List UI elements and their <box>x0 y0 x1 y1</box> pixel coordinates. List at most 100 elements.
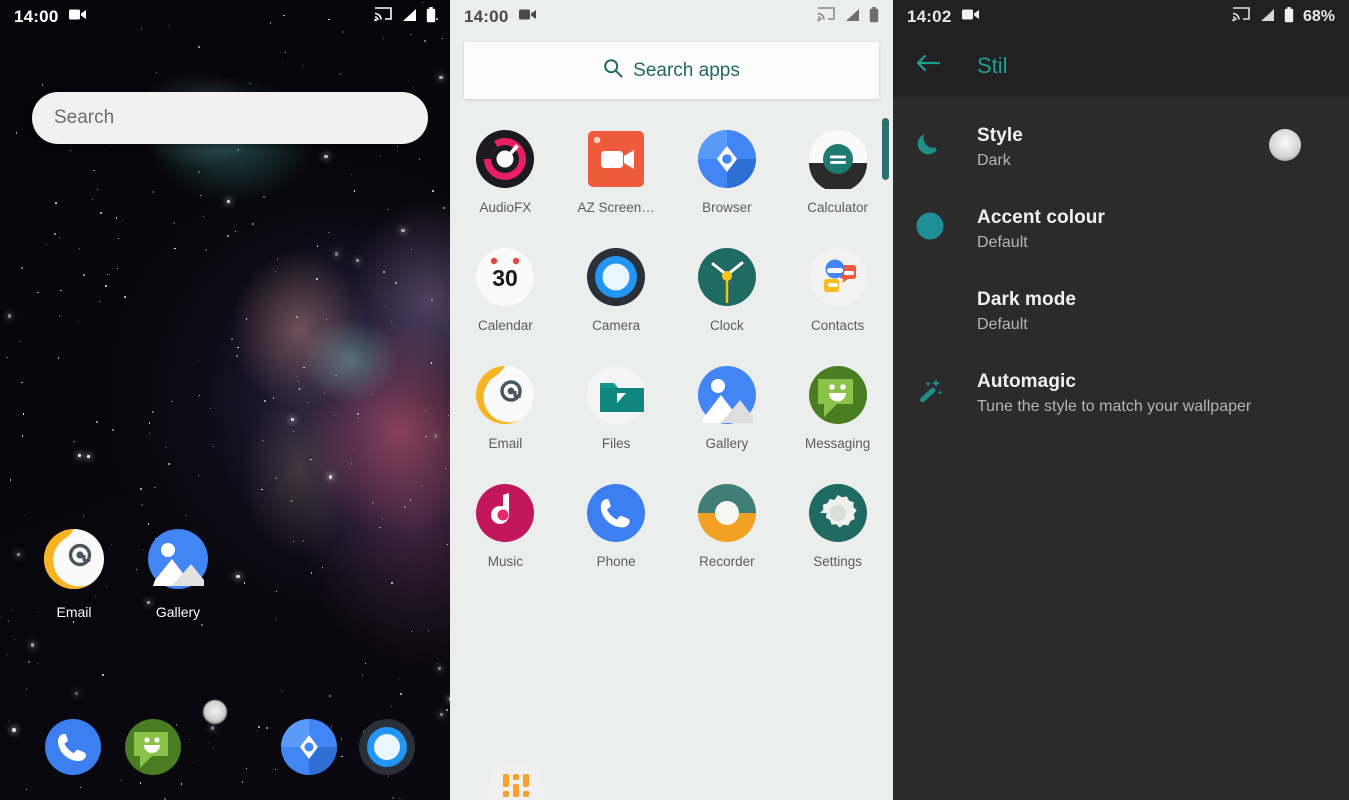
snap-icon <box>487 763 545 800</box>
videocam-icon <box>69 8 87 26</box>
app-item-calculator[interactable]: Calculator <box>782 129 893 215</box>
settings-row-subtitle: Dark <box>977 152 1011 169</box>
settings-row-subtitle: Tune the style to match your wallpaper <box>977 398 1252 415</box>
home-dock <box>0 710 450 786</box>
settings-row-title: Automagic <box>977 371 1077 392</box>
app-label: Clock <box>709 318 744 333</box>
home-search-widget[interactable]: Search <box>32 92 428 144</box>
home-status-bar: 14:00 <box>0 0 450 34</box>
app-label: Calculator <box>807 200 869 215</box>
browser-icon <box>697 129 757 189</box>
app-item-files[interactable]: Files <box>561 365 672 451</box>
app-item-recorder[interactable]: Recorder <box>672 483 783 569</box>
signal-icon <box>401 8 417 27</box>
app-label: Contacts <box>810 318 865 333</box>
search-apps-bar[interactable]: Search apps <box>464 42 879 99</box>
app-item-phone[interactable]: Phone <box>561 483 672 569</box>
settings-row-title: Style <box>977 125 1023 146</box>
calendar-icon: 30 <box>475 247 535 307</box>
app-item-messaging[interactable]: Messaging <box>782 365 893 451</box>
battery-icon <box>1284 6 1294 28</box>
settings-row-subtitle: Default <box>977 234 1028 251</box>
videocam-icon <box>519 8 537 26</box>
settings-row-subtitle: Default <box>977 316 1028 333</box>
style-settings-panel: 14:02 68% Stil Style Dark Accent colour … <box>893 0 1349 800</box>
status-clock: 14:02 <box>907 7 952 26</box>
browser-icon <box>281 719 337 775</box>
battery-icon <box>426 6 436 28</box>
app-label: Music <box>487 554 523 569</box>
app-label: Settings <box>813 554 863 569</box>
az-screen-recorder-icon <box>586 129 646 189</box>
style-swatch-button[interactable] <box>1269 129 1301 161</box>
recorder-icon <box>697 483 757 543</box>
app-item-email[interactable]: Email <box>450 365 561 451</box>
magic-wand-icon <box>915 371 977 405</box>
videocam-icon <box>962 8 980 26</box>
app-item-clock[interactable]: Clock <box>672 247 783 333</box>
gallery-icon <box>148 529 208 589</box>
app-item-audiofx[interactable]: AudioFX <box>450 129 561 215</box>
dock-item-browser[interactable] <box>280 718 338 776</box>
settings-row-style[interactable]: Style Dark <box>893 107 1349 189</box>
app-item-az-screen-recorder[interactable]: AZ Screen… <box>561 129 672 215</box>
settings-row-title: Accent colour <box>977 207 1105 228</box>
settings-row-dark-mode[interactable]: Dark mode Default <box>893 271 1349 353</box>
arrow-back-icon[interactable] <box>915 53 941 78</box>
status-clock: 14:00 <box>464 7 509 26</box>
signal-icon <box>844 8 860 27</box>
battery-percent: 68% <box>1302 8 1335 25</box>
drawer-scrollbar-thumb[interactable] <box>882 118 889 180</box>
settings-row-automagic[interactable]: Automagic Tune the style to match your w… <box>893 353 1349 435</box>
settings-status-bar: 14:02 68% <box>893 0 1349 34</box>
app-row-partial <box>450 762 893 800</box>
phone-icon <box>45 719 101 775</box>
moon-icon <box>915 125 977 157</box>
drawer-status-bar: 14:00 <box>450 0 893 34</box>
contacts-icon <box>808 247 868 307</box>
app-item-gallery[interactable]: Gallery <box>672 365 783 451</box>
app-label: Browser <box>702 200 752 215</box>
phone-icon <box>586 483 646 543</box>
dock-item-messaging[interactable] <box>124 718 182 776</box>
settings-list: Style Dark Accent colour Default Dark mo… <box>893 97 1349 435</box>
files-icon <box>586 365 646 425</box>
app-label: Gallery <box>705 436 749 451</box>
camera-icon <box>586 247 646 307</box>
app-item-music[interactable]: Music <box>450 483 561 569</box>
dock-item-phone[interactable] <box>44 718 102 776</box>
app-label: Phone <box>596 554 636 569</box>
three-panel-screenshot: 14:00 Search Email Gallery 14:00 Search … <box>0 0 1349 800</box>
search-icon <box>603 58 623 83</box>
dark-mode-icon-placeholder <box>915 289 977 293</box>
app-item-settings[interactable]: Settings <box>782 483 893 569</box>
settings-row-title: Dark mode <box>977 289 1077 310</box>
audiofx-icon <box>475 129 535 189</box>
app-label: Files <box>601 436 631 451</box>
gallery-icon <box>697 365 757 425</box>
settings-row-accent-colour[interactable]: Accent colour Default <box>893 189 1349 271</box>
cast-icon <box>817 7 835 27</box>
app-item-camera[interactable]: Camera <box>561 247 672 333</box>
app-item-partial[interactable] <box>486 762 546 800</box>
dock-item-camera[interactable] <box>358 718 416 776</box>
settings-icon <box>808 483 868 543</box>
calculator-icon <box>808 129 868 192</box>
page-title: Stil <box>977 52 1008 78</box>
signal-icon <box>1259 8 1275 27</box>
svg-text:30: 30 <box>493 265 519 291</box>
settings-app-bar: Stil <box>893 34 1349 97</box>
email-icon <box>475 365 535 425</box>
clock-icon <box>697 247 757 307</box>
home-icon-label: Gallery <box>155 604 201 620</box>
app-item-contacts[interactable]: Contacts <box>782 247 893 333</box>
email-icon <box>44 529 104 589</box>
home-screen-panel: 14:00 Search Email Gallery <box>0 0 450 800</box>
app-label: Recorder <box>699 554 755 569</box>
home-icon-gallery[interactable]: Gallery <box>126 528 230 620</box>
home-icon-email[interactable]: Email <box>22 528 126 620</box>
app-item-browser[interactable]: Browser <box>672 129 783 215</box>
home-icon-label: Email <box>56 604 92 620</box>
app-item-calendar[interactable]: 30 Calendar <box>450 247 561 333</box>
accent-circle-icon <box>915 207 977 241</box>
